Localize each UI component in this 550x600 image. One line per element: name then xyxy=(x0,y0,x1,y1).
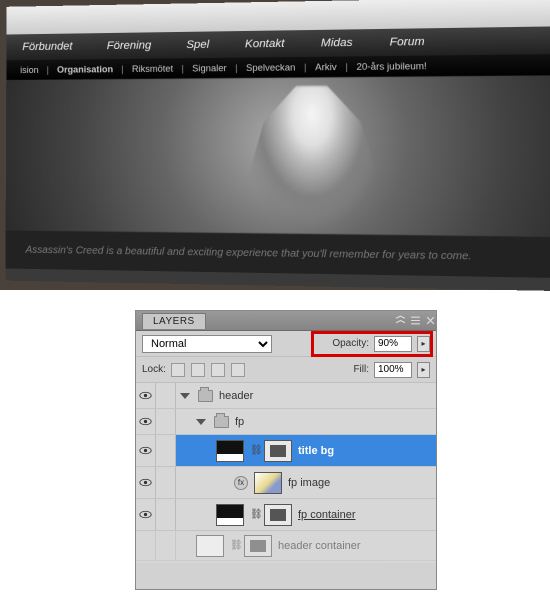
layer-thumbnail[interactable] xyxy=(216,504,244,526)
caption-text: Assassin's Creed is a beautiful and exci… xyxy=(26,244,472,262)
layer-name: title bg xyxy=(298,445,334,457)
layer-tree: header fp ⛓ title bg xyxy=(136,383,436,563)
lock-transparency-icon[interactable] xyxy=(171,363,185,377)
lock-pixels-icon[interactable] xyxy=(191,363,205,377)
mask-link-icon[interactable]: ⛓ xyxy=(250,509,258,520)
effects-icon[interactable]: fx xyxy=(234,476,248,490)
mask-thumbnail[interactable] xyxy=(264,504,292,526)
layers-panel: LAYERS Normal Opacity: ▸ Lock: Fill: xyxy=(135,310,437,590)
folder-icon xyxy=(198,390,213,402)
link-slot[interactable] xyxy=(156,383,176,408)
layer-name: fp container xyxy=(298,509,355,521)
link-slot[interactable] xyxy=(156,467,176,498)
subnav-item[interactable]: Riksmötet xyxy=(132,64,173,75)
expand-icon[interactable] xyxy=(180,393,190,399)
opacity-input[interactable] xyxy=(374,336,412,352)
fill-flyout-icon[interactable]: ▸ xyxy=(417,362,430,378)
mask-link-icon[interactable]: ⛓ xyxy=(250,445,258,456)
tab-layers[interactable]: LAYERS xyxy=(142,313,206,329)
panel-tab-bar: LAYERS xyxy=(136,311,436,331)
link-slot[interactable] xyxy=(156,435,176,466)
nav-item[interactable]: Midas xyxy=(321,37,353,50)
mask-thumbnail[interactable] xyxy=(264,440,292,462)
layer-thumbnail[interactable] xyxy=(216,440,244,462)
fill-label: Fill: xyxy=(353,364,369,375)
visibility-toggle[interactable] xyxy=(136,383,156,408)
preview-hero-image xyxy=(6,75,550,237)
subnav-item[interactable]: Signaler xyxy=(192,63,227,74)
link-slot[interactable] xyxy=(156,499,176,530)
blend-opacity-row: Normal Opacity: ▸ xyxy=(136,331,436,357)
mask-thumbnail[interactable] xyxy=(244,535,272,557)
layer-name: fp xyxy=(235,416,244,428)
lock-icons-group xyxy=(171,363,245,377)
subnav-item[interactable]: Arkiv xyxy=(315,62,337,73)
nav-item[interactable]: Förbundet xyxy=(22,41,72,54)
layer-row-header[interactable]: header xyxy=(136,383,436,409)
lock-label: Lock: xyxy=(142,364,166,375)
layer-row-header-container[interactable]: ⛓ header container xyxy=(136,531,436,561)
lock-position-icon[interactable] xyxy=(211,363,225,377)
visibility-toggle[interactable] xyxy=(136,435,156,466)
preview-caption: Assassin's Creed is a beautiful and exci… xyxy=(5,230,550,278)
opacity-label: Opacity: xyxy=(332,338,369,349)
visibility-toggle[interactable] xyxy=(136,499,156,530)
nav-item[interactable]: Forum xyxy=(390,36,425,49)
folder-icon xyxy=(214,416,229,428)
subnav-item[interactable]: Organisation xyxy=(57,64,113,75)
subnav-item[interactable]: Spelveckan xyxy=(246,62,295,73)
layer-row-title-bg[interactable]: ⛓ title bg xyxy=(136,435,436,467)
fill-input[interactable] xyxy=(374,362,412,378)
layer-name: header xyxy=(219,390,253,402)
website-preview: Förbundet Förening Spel Kontakt Midas Fo… xyxy=(5,0,550,292)
opacity-flyout-icon[interactable]: ▸ xyxy=(417,336,430,352)
subnav-item[interactable]: 20-års jubileum! xyxy=(356,61,426,72)
subnav-item[interactable]: ision xyxy=(20,65,38,75)
link-slot[interactable] xyxy=(156,409,176,434)
layer-name: fp image xyxy=(288,477,330,489)
layer-thumbnail[interactable] xyxy=(254,472,282,494)
layer-row-fp[interactable]: fp xyxy=(136,409,436,435)
mask-link-icon[interactable]: ⛓ xyxy=(230,540,238,551)
close-icon[interactable] xyxy=(425,315,436,326)
nav-item[interactable]: Förening xyxy=(107,39,151,52)
blend-mode-select[interactable]: Normal xyxy=(142,335,272,353)
lock-fill-row: Lock: Fill: ▸ xyxy=(136,357,436,383)
layer-row-fp-container[interactable]: ⛓ fp container xyxy=(136,499,436,531)
link-slot[interactable] xyxy=(156,531,176,560)
hero-character xyxy=(237,85,389,232)
layer-name: header container xyxy=(278,540,361,552)
expand-icon[interactable] xyxy=(196,419,206,425)
layer-thumbnail[interactable] xyxy=(196,535,224,557)
visibility-toggle[interactable] xyxy=(136,531,156,560)
nav-item[interactable]: Spel xyxy=(186,39,209,52)
panel-menu-icon[interactable] xyxy=(410,315,421,326)
layer-row-fp-image[interactable]: fx fp image xyxy=(136,467,436,499)
lock-all-icon[interactable] xyxy=(231,363,245,377)
visibility-toggle[interactable] xyxy=(136,409,156,434)
chevrons-icon[interactable] xyxy=(395,315,406,326)
website-preview-frame: Förbundet Förening Spel Kontakt Midas Fo… xyxy=(0,0,550,290)
visibility-toggle[interactable] xyxy=(136,467,156,498)
nav-item[interactable]: Kontakt xyxy=(245,38,285,51)
